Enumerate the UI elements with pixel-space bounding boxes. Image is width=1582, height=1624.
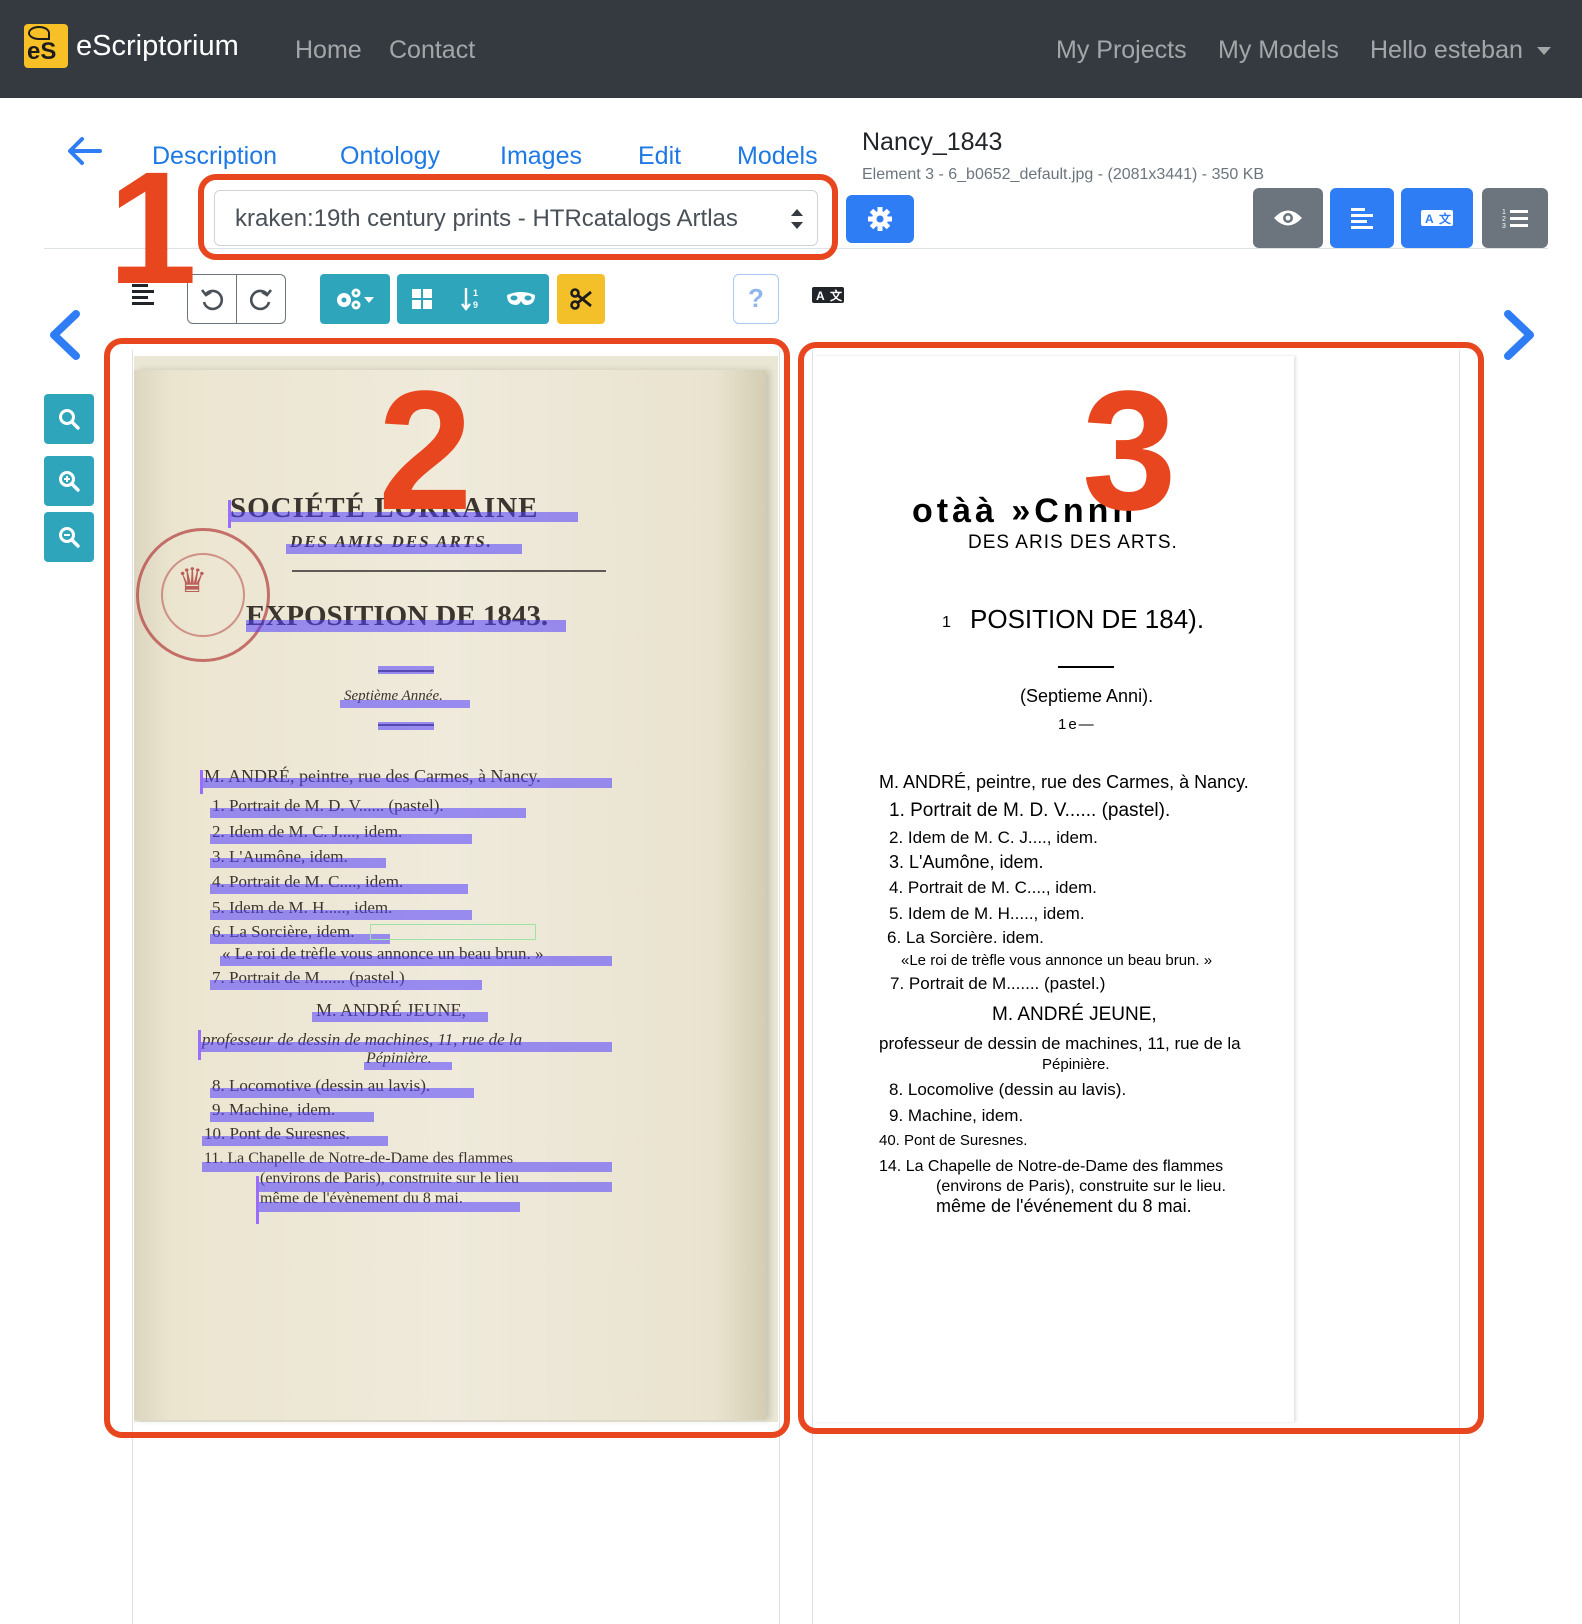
annotation-number-3: 3 [1082,356,1177,546]
tab-edit[interactable]: Edit [638,142,681,171]
zoom-reset-button[interactable] [44,394,94,444]
help-button[interactable]: ? [733,274,779,324]
translate-icon: A 文 [1421,210,1453,226]
toggle-source-image-button[interactable] [1253,188,1323,248]
document-subtitle: Element 3 - 6_b0652_default.jpg - (2081x… [862,166,1265,183]
nav-my-projects-link[interactable]: My Projects [1056,36,1187,65]
transcription-settings-button[interactable] [846,195,914,243]
user-menu-dropdown[interactable]: Hello esteban [1370,36,1551,65]
zoom-in-button[interactable] [44,456,94,506]
gear-icon [868,207,892,231]
tab-models[interactable]: Models [737,142,818,171]
back-arrow-icon[interactable] [66,136,102,166]
toggle-ordering-button[interactable]: 1 2 3 [1482,188,1548,248]
segmentation-settings-dropdown[interactable] [320,274,390,324]
lines-icon [1351,208,1373,229]
svg-text:9: 9 [473,300,478,310]
brand-name: eScriptorium [76,29,239,62]
next-element-chevron-icon[interactable] [1502,310,1538,360]
redo-button[interactable] [236,274,286,324]
svg-text:3: 3 [1502,223,1506,230]
svg-text:1: 1 [1502,209,1506,216]
svg-text:2: 2 [1502,216,1506,223]
user-menu-label: Hello esteban [1370,36,1523,64]
tab-ontology[interactable]: Ontology [340,142,440,171]
annotation-box-1 [198,174,838,260]
svg-text:A: A [1425,212,1434,226]
zoom-out-icon [59,527,80,548]
svg-text:A: A [816,289,825,303]
brand-logo-text: eS [27,38,57,65]
top-navbar: eS eScriptorium Home Contact My Projects… [0,0,1582,98]
svg-text:文: 文 [1439,211,1452,226]
zoom-in-icon [59,471,80,492]
eye-icon [1274,210,1302,226]
ordered-list-icon: 1 2 3 [1502,209,1528,230]
mask-icon[interactable] [505,289,537,309]
search-icon [59,409,80,430]
cut-button[interactable] [557,274,605,324]
undo-icon [200,289,224,311]
segmentation-tools-group: 1 9 [397,274,549,324]
annotation-number-1: 1 [108,138,197,317]
translate-icon[interactable]: A 文 [812,286,844,304]
toggle-segmentation-button[interactable] [1330,188,1394,248]
nav-my-models-link[interactable]: My Models [1218,36,1339,65]
chevron-down-icon [1536,47,1551,56]
annotation-number-2: 2 [378,356,473,546]
nav-contact-link[interactable]: Contact [389,36,475,65]
brand[interactable]: eS eScriptorium [24,24,239,68]
grid-icon[interactable] [411,288,433,310]
redo-icon [249,289,273,311]
sort-order-icon[interactable]: 1 9 [460,286,484,312]
scissors-icon [570,288,592,310]
svg-text:1: 1 [473,288,478,298]
tab-images[interactable]: Images [500,142,582,171]
toggle-transcription-button[interactable]: A 文 [1401,188,1473,248]
document-title: Nancy_1843 [862,128,1003,156]
svg-text:文: 文 [830,288,843,303]
gears-dropdown-icon [337,288,374,310]
nav-home-link[interactable]: Home [295,36,362,65]
zoom-out-button[interactable] [44,512,94,562]
escriptorium-logo-icon: eS [24,24,68,68]
previous-element-chevron-icon[interactable] [46,310,82,360]
